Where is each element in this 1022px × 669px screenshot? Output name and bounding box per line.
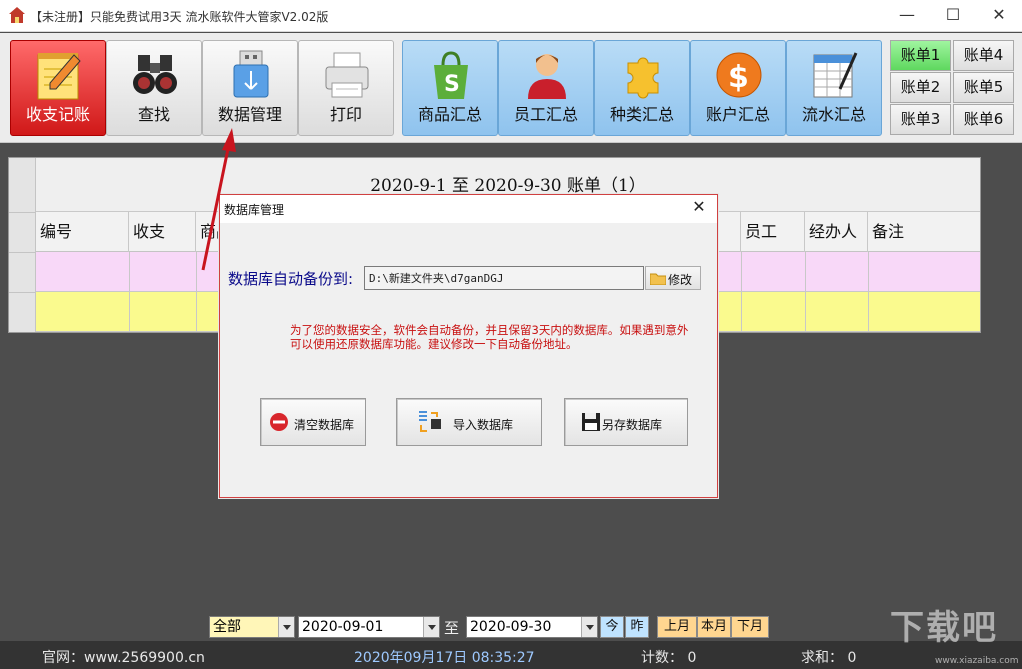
- flow-summary-label: 流水汇总: [801, 105, 866, 124]
- website-text: 官网：www.2569900.cn: [42, 650, 205, 666]
- modify-path-label: 修改: [668, 273, 693, 287]
- data-management-label: 数据管理: [217, 105, 282, 124]
- category-summary-label: 种类汇总: [609, 105, 674, 124]
- start-date-picker[interactable]: 2020-09-01: [298, 616, 440, 638]
- database-management-dialog: 数据库管理 ✕ 数据库自动备份到: D:\新建文件夹\d7ganDGJ 修改 为…: [219, 194, 718, 498]
- backup-path-label: 数据库自动备份到:: [228, 270, 354, 288]
- col-header-type[interactable]: 收支: [129, 212, 196, 252]
- modify-path-button[interactable]: 修改: [645, 266, 701, 290]
- income-expense-button[interactable]: 收支记账: [10, 40, 106, 136]
- account-2-button[interactable]: 账单2: [890, 72, 951, 103]
- print-label: 打印: [329, 105, 362, 124]
- watermark-logo: 下载吧: [890, 608, 998, 648]
- chevron-down-icon: [278, 617, 294, 637]
- yesterday-button[interactable]: 昨: [625, 616, 649, 638]
- house-app-icon: [9, 7, 25, 23]
- account-summary-label: 账户汇总: [705, 105, 770, 124]
- count-text: 计数： 0: [641, 650, 697, 666]
- floppy-disk-icon: [582, 413, 600, 431]
- notepad-pencil-icon: [37, 53, 81, 100]
- end-date-value: 2020-09-30: [470, 619, 552, 635]
- search-label: 查找: [137, 105, 170, 124]
- status-bar: 官网：www.2569900.cn 2020年09月17日 08:35:27 计…: [0, 641, 1022, 669]
- import-database-label: 导入数据库: [453, 418, 514, 432]
- col-header-handler[interactable]: 经办人: [805, 212, 868, 252]
- chevron-down-icon: [581, 617, 597, 637]
- product-summary-label: 商品汇总: [417, 105, 482, 124]
- title-bar: 【未注册】只能免费试用3天 流水账软件大管家V2.02版 — ☐ ✕: [0, 0, 1022, 32]
- clear-database-button[interactable]: 清空数据库: [260, 398, 366, 446]
- maximize-button[interactable]: ☐: [930, 0, 976, 32]
- datetime-text: 2020年09月17日 08:35:27: [354, 650, 535, 666]
- search-button[interactable]: 查找: [106, 40, 202, 136]
- account-3-button[interactable]: 账单3: [890, 104, 951, 135]
- import-database-button[interactable]: 导入数据库: [396, 398, 542, 446]
- binoculars-icon: [133, 55, 177, 94]
- end-date-picker[interactable]: 2020-09-30: [466, 616, 598, 638]
- income-expense-label: 收支记账: [25, 105, 90, 124]
- account-5-button[interactable]: 账单5: [953, 72, 1014, 103]
- employee-summary-label: 员工汇总: [513, 105, 578, 124]
- folder-icon: [650, 273, 666, 285]
- print-button[interactable]: 打印: [298, 40, 394, 136]
- import-icon: [419, 411, 441, 432]
- watermark-url: www.xiazaiba.com: [935, 656, 1019, 666]
- save-as-database-label: 另存数据库: [602, 418, 663, 432]
- person-icon: [528, 54, 566, 99]
- account-6-button[interactable]: 账单6: [953, 104, 1014, 135]
- stop-icon: [270, 413, 288, 431]
- save-as-database-button[interactable]: 另存数据库: [564, 398, 688, 446]
- date-range-separator: 至: [444, 619, 460, 637]
- category-value: 全部: [213, 619, 241, 635]
- main-toolbar: 收支记账 查找 数据管理 打印 S 商品汇总 员工汇总 种类汇总 $ 账户汇总 …: [0, 33, 1022, 143]
- account-summary-button[interactable]: $ 账户汇总: [690, 40, 786, 136]
- minimize-button[interactable]: —: [884, 0, 930, 32]
- sum-text: 求和： 0: [801, 650, 857, 666]
- col-header-employee[interactable]: 员工: [741, 212, 805, 252]
- backup-path-field[interactable]: D:\新建文件夹\d7ganDGJ: [364, 266, 644, 290]
- filter-bar: 全部 2020-09-01 至 2020-09-30 今 昨 上月 本月 下月: [0, 614, 1022, 640]
- category-select[interactable]: 全部: [209, 616, 295, 638]
- spreadsheet-icon: [813, 52, 858, 98]
- this-month-button[interactable]: 本月: [697, 616, 731, 638]
- data-management-button[interactable]: 数据管理: [202, 40, 298, 136]
- col-header-note[interactable]: 备注: [868, 212, 981, 252]
- dialog-close-button[interactable]: ✕: [689, 197, 709, 216]
- chevron-down-icon: [423, 617, 439, 637]
- dollar-coin-icon: $: [716, 52, 762, 98]
- puzzle-icon: [627, 57, 659, 99]
- employee-summary-button[interactable]: 员工汇总: [498, 40, 594, 136]
- svg-text:S: S: [444, 72, 460, 97]
- clear-database-label: 清空数据库: [294, 418, 355, 432]
- printer-icon: [325, 52, 369, 98]
- row-header-column: [9, 158, 36, 332]
- product-summary-button[interactable]: S 商品汇总: [402, 40, 498, 136]
- today-button[interactable]: 今: [600, 616, 624, 638]
- svg-text:$: $: [728, 60, 749, 95]
- dialog-title: 数据库管理: [224, 203, 285, 217]
- next-month-button[interactable]: 下月: [731, 616, 769, 638]
- shopping-bag-icon: S: [434, 51, 468, 99]
- account-4-button[interactable]: 账单4: [953, 40, 1014, 71]
- category-summary-button[interactable]: 种类汇总: [594, 40, 690, 136]
- window-title: 【未注册】只能免费试用3天 流水账软件大管家V2.02版: [30, 10, 329, 24]
- previous-month-button[interactable]: 上月: [657, 616, 697, 638]
- dialog-title-bar: 数据库管理 ✕: [220, 195, 717, 223]
- col-header-id[interactable]: 编号: [36, 212, 129, 252]
- account-1-button[interactable]: 账单1: [890, 40, 951, 71]
- usb-drive-icon: [233, 50, 269, 98]
- start-date-value: 2020-09-01: [302, 619, 384, 635]
- close-window-button[interactable]: ✕: [976, 0, 1022, 32]
- backup-warning-text: 为了您的数据安全，软件会自动备份，并且保留3天内的数据库。如果遇到意外可以使用还…: [290, 323, 689, 351]
- flow-summary-button[interactable]: 流水汇总: [786, 40, 882, 136]
